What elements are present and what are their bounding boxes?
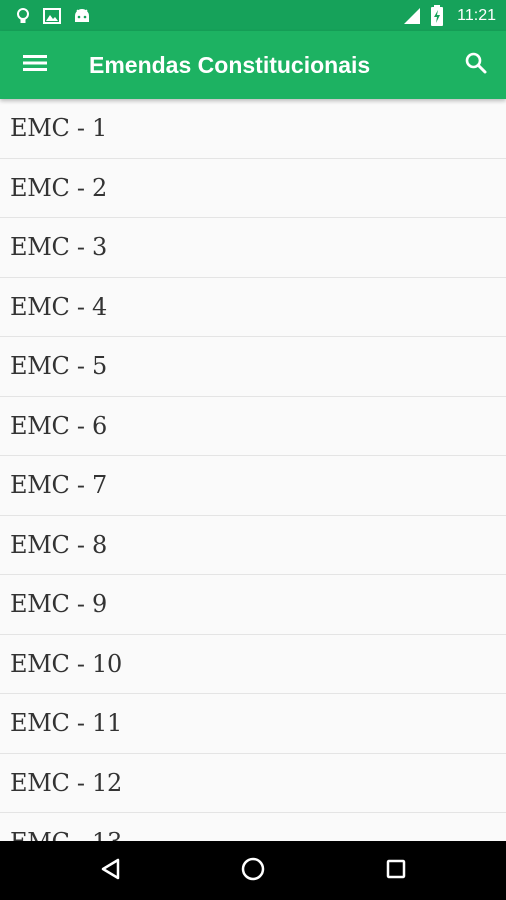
list-item[interactable]: EMC - 11 [0,694,506,754]
list-item-label: EMC - 4 [10,292,107,321]
list-item[interactable]: EMC - 2 [0,159,506,218]
list-item[interactable]: EMC - 6 [0,397,506,456]
list-item[interactable]: EMC - 10 [0,635,506,694]
system-nav-bar [0,841,506,900]
list-item-label: EMC - 8 [10,530,107,559]
page-title: Emendas Constitucionais [89,52,371,78]
home-icon [240,856,266,887]
list-item-label: EMC - 13 [10,828,122,841]
signal-icon [402,6,422,31]
list-item[interactable]: EMC - 4 [0,278,506,337]
list-item-label: EMC - 7 [10,471,107,500]
list-item-label: EMC - 1 [10,114,107,143]
app-bar: Emendas Constitucionais [0,31,506,99]
android-icon [72,6,92,26]
status-bar: 11:21 [0,0,506,31]
list-item-label: EMC - 11 [10,709,122,738]
status-time: 11:21 [457,7,496,24]
list-item-label: EMC - 9 [10,590,107,619]
image-icon [42,6,62,26]
list-item-label: EMC - 6 [10,411,107,440]
recents-button[interactable] [378,853,414,889]
list-item-label: EMC - 2 [10,173,107,202]
list-item[interactable]: EMC - 13 [0,813,506,841]
list-item[interactable]: EMC - 12 [0,754,506,813]
list-item-label: EMC - 12 [10,768,122,797]
search-icon [464,51,488,80]
list-item[interactable]: EMC - 3 [0,218,506,278]
list-item-label: EMC - 3 [10,233,107,262]
list-item[interactable]: EMC - 1 [0,99,506,159]
emendas-list[interactable]: EMC - 1 EMC - 2 EMC - 3 EMC - 4 EMC - 5 … [0,99,506,841]
list-item[interactable]: EMC - 7 [0,456,506,516]
list-item[interactable]: EMC - 5 [0,337,506,397]
battery-charging-icon [430,5,444,32]
list-item[interactable]: EMC - 9 [0,575,506,635]
list-item-label: EMC - 5 [10,352,107,381]
recents-icon [385,858,407,885]
back-button[interactable] [93,853,129,889]
home-button[interactable] [235,853,271,889]
list-item[interactable]: EMC - 8 [0,516,506,575]
menu-button[interactable] [18,49,52,81]
lightbulb-icon [13,6,33,26]
list-item-label: EMC - 10 [10,649,122,678]
back-icon [99,857,123,886]
search-button[interactable] [460,49,492,81]
hamburger-menu-icon [22,52,48,79]
